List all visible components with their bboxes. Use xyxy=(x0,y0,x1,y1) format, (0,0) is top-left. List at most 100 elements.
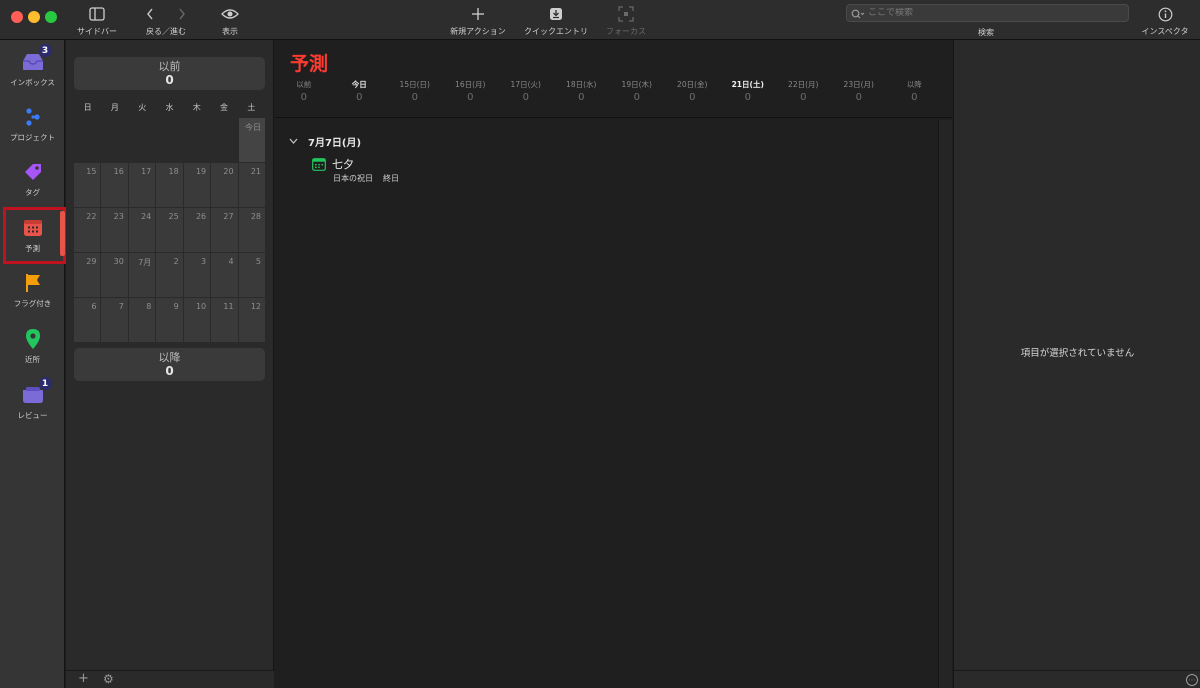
calendar-day-cell[interactable]: 22 xyxy=(74,208,101,252)
chevron-right-icon[interactable] xyxy=(178,5,186,24)
event-details: 日本の祝日 終日 xyxy=(333,173,399,184)
calendar-day-number: 28 xyxy=(250,212,261,221)
new-action-button[interactable]: 新規アクション xyxy=(445,4,511,38)
nav-item-inbox[interactable]: 3 インボックス xyxy=(0,42,65,97)
future-summary-button[interactable]: 以降 0 xyxy=(74,348,265,381)
past-summary-button[interactable]: 以前 0 xyxy=(74,57,265,90)
calendar-day-cell[interactable]: 2 xyxy=(156,253,183,297)
calendar-day-cell[interactable]: 8 xyxy=(128,298,156,342)
forecast-day-column[interactable]: 18日(水) 0 xyxy=(554,78,610,117)
calendar-day-number: 15 xyxy=(86,167,97,176)
more-options-icon[interactable]: ⋯ xyxy=(1186,674,1198,686)
calendar-day-cell[interactable]: 今日 xyxy=(238,118,265,162)
plus-icon xyxy=(471,4,485,24)
chevron-left-icon[interactable] xyxy=(146,5,154,24)
future-title: 以降 xyxy=(158,351,181,364)
selection-highlight xyxy=(3,207,66,264)
calendar-day-cell[interactable] xyxy=(211,118,238,162)
calendar-day-cell[interactable]: 17 xyxy=(128,163,156,207)
calendar-day-number: 9 xyxy=(173,302,179,311)
forecast-day-column[interactable]: 以降 0 xyxy=(887,78,943,117)
forecast-day-count: 0 xyxy=(467,92,474,103)
calendar-day-cell[interactable]: 21 xyxy=(238,163,265,207)
forecast-day-column[interactable]: 22日(月) 0 xyxy=(776,78,832,117)
calendar-day-cell[interactable]: 26 xyxy=(183,208,211,252)
chevron-down-icon[interactable] xyxy=(289,137,298,147)
calendar-day-number: 30 xyxy=(113,257,124,266)
minimize-window-button[interactable] xyxy=(28,11,40,23)
focus-button[interactable]: フォーカス xyxy=(600,4,652,38)
view-button[interactable]: 表示 xyxy=(216,4,244,38)
calendar-day-cell[interactable]: 20 xyxy=(211,163,238,207)
calendar-day-cell[interactable]: 5 xyxy=(238,253,265,297)
calendar-day-cell[interactable] xyxy=(156,118,183,162)
calendar-day-cell[interactable]: 10 xyxy=(183,298,211,342)
calendar-day-cell[interactable]: 30 xyxy=(101,253,128,297)
forecast-day-column[interactable]: 17日(火) 0 xyxy=(498,78,554,117)
calendar-day-number: 4 xyxy=(228,257,234,266)
calendar-day-cell[interactable]: 29 xyxy=(74,253,101,297)
calendar-day-cell[interactable]: 24 xyxy=(128,208,156,252)
perspective-nav: 3 インボックス プロジェクト タグ 予測 フラグ付き 近所 1 レビュー xyxy=(0,40,66,688)
calendar-day-cell[interactable]: 19 xyxy=(183,163,211,207)
calendar-day-cell[interactable] xyxy=(101,118,128,162)
calendar-day-cell[interactable]: 11 xyxy=(211,298,238,342)
nav-item-flagged[interactable]: フラグ付き xyxy=(0,263,65,318)
calendar-day-number: 5 xyxy=(255,257,261,266)
add-icon[interactable]: + xyxy=(78,671,89,686)
calendar-day-cell[interactable]: 3 xyxy=(183,253,211,297)
forecast-day-column[interactable]: 21日(土) 0 xyxy=(720,78,776,117)
sidebar-toggle-button[interactable]: サイドバー xyxy=(74,4,120,38)
gear-icon[interactable]: ⚙ xyxy=(103,672,114,686)
forecast-calendar-sidebar: 以前 0 日 月 火 水 木 金 土 今日 15 16 17 18 19 20 21 22 23 2… xyxy=(66,40,274,688)
calendar-day-cell[interactable]: 9 xyxy=(156,298,183,342)
search-field[interactable] xyxy=(846,4,1129,22)
forecast-day-column[interactable]: 今日 0 xyxy=(332,78,388,117)
calendar-day-cell[interactable]: 25 xyxy=(156,208,183,252)
calendar-day-number: 29 xyxy=(86,257,97,266)
focus-label: フォーカス xyxy=(606,27,646,36)
forecast-day-column[interactable]: 20日(金) 0 xyxy=(665,78,721,117)
search-input[interactable] xyxy=(868,8,1108,18)
nav-item-tags[interactable]: タグ xyxy=(0,152,65,207)
calendar-day-cell[interactable]: 4 xyxy=(211,253,238,297)
calendar-day-cell[interactable]: 23 xyxy=(101,208,128,252)
view-label: 表示 xyxy=(222,27,238,36)
calendar-day-cell[interactable]: 15 xyxy=(74,163,101,207)
forecast-day-column[interactable]: 16日(月) 0 xyxy=(443,78,499,117)
section-header[interactable]: 7月7日(月) xyxy=(289,134,361,149)
calendar-day-cell[interactable] xyxy=(183,118,211,162)
forecast-day-count: 0 xyxy=(633,92,640,103)
calendar-day-cell[interactable]: 28 xyxy=(238,208,265,252)
calendar-day-cell[interactable]: 27 xyxy=(211,208,238,252)
nav-item-label: 近所 xyxy=(25,355,40,364)
empty-selection-message: 項目が選択されていません xyxy=(1020,348,1135,359)
forecast-day-column[interactable]: 19日(木) 0 xyxy=(609,78,665,117)
calendar-day-cell[interactable]: 6 xyxy=(74,298,101,342)
search-label: 検索 xyxy=(978,28,994,37)
calendar-day-cell[interactable]: 12 xyxy=(238,298,265,342)
sidebar-icon xyxy=(89,4,105,24)
close-window-button[interactable] xyxy=(11,11,23,23)
calendar-day-cell[interactable]: 7 xyxy=(101,298,128,342)
forecast-day-column[interactable]: 23日(月) 0 xyxy=(831,78,887,117)
forecast-day-count: 0 xyxy=(522,92,529,103)
calendar-day-cell[interactable]: 7月 xyxy=(128,253,156,297)
calendar-day-cell[interactable] xyxy=(74,118,101,162)
calendar-day-cell[interactable]: 18 xyxy=(156,163,183,207)
nav-item-projects[interactable]: プロジェクト xyxy=(0,97,65,152)
calendar-day-cell[interactable] xyxy=(128,118,156,162)
forecast-day-column[interactable]: 以前 0 xyxy=(276,78,332,117)
forecast-day-label: 今日 xyxy=(351,80,367,89)
forecast-day-column[interactable]: 15日(日) 0 xyxy=(387,78,443,117)
calendar-day-number: 3 xyxy=(201,257,207,266)
zoom-window-button[interactable] xyxy=(45,11,57,23)
calendar-day-cell[interactable]: 16 xyxy=(101,163,128,207)
event-time: 終日 xyxy=(383,174,399,183)
vertical-scrollbar[interactable] xyxy=(938,120,952,688)
back-forward-button[interactable]: 戻る／進む xyxy=(140,4,192,38)
nav-item-review[interactable]: 1 レビュー xyxy=(0,375,65,430)
nav-item-nearby[interactable]: 近所 xyxy=(0,319,65,374)
inspector-button[interactable]: インスペクタ xyxy=(1136,4,1194,38)
quick-entry-button[interactable]: クイックエントリ xyxy=(519,4,593,38)
